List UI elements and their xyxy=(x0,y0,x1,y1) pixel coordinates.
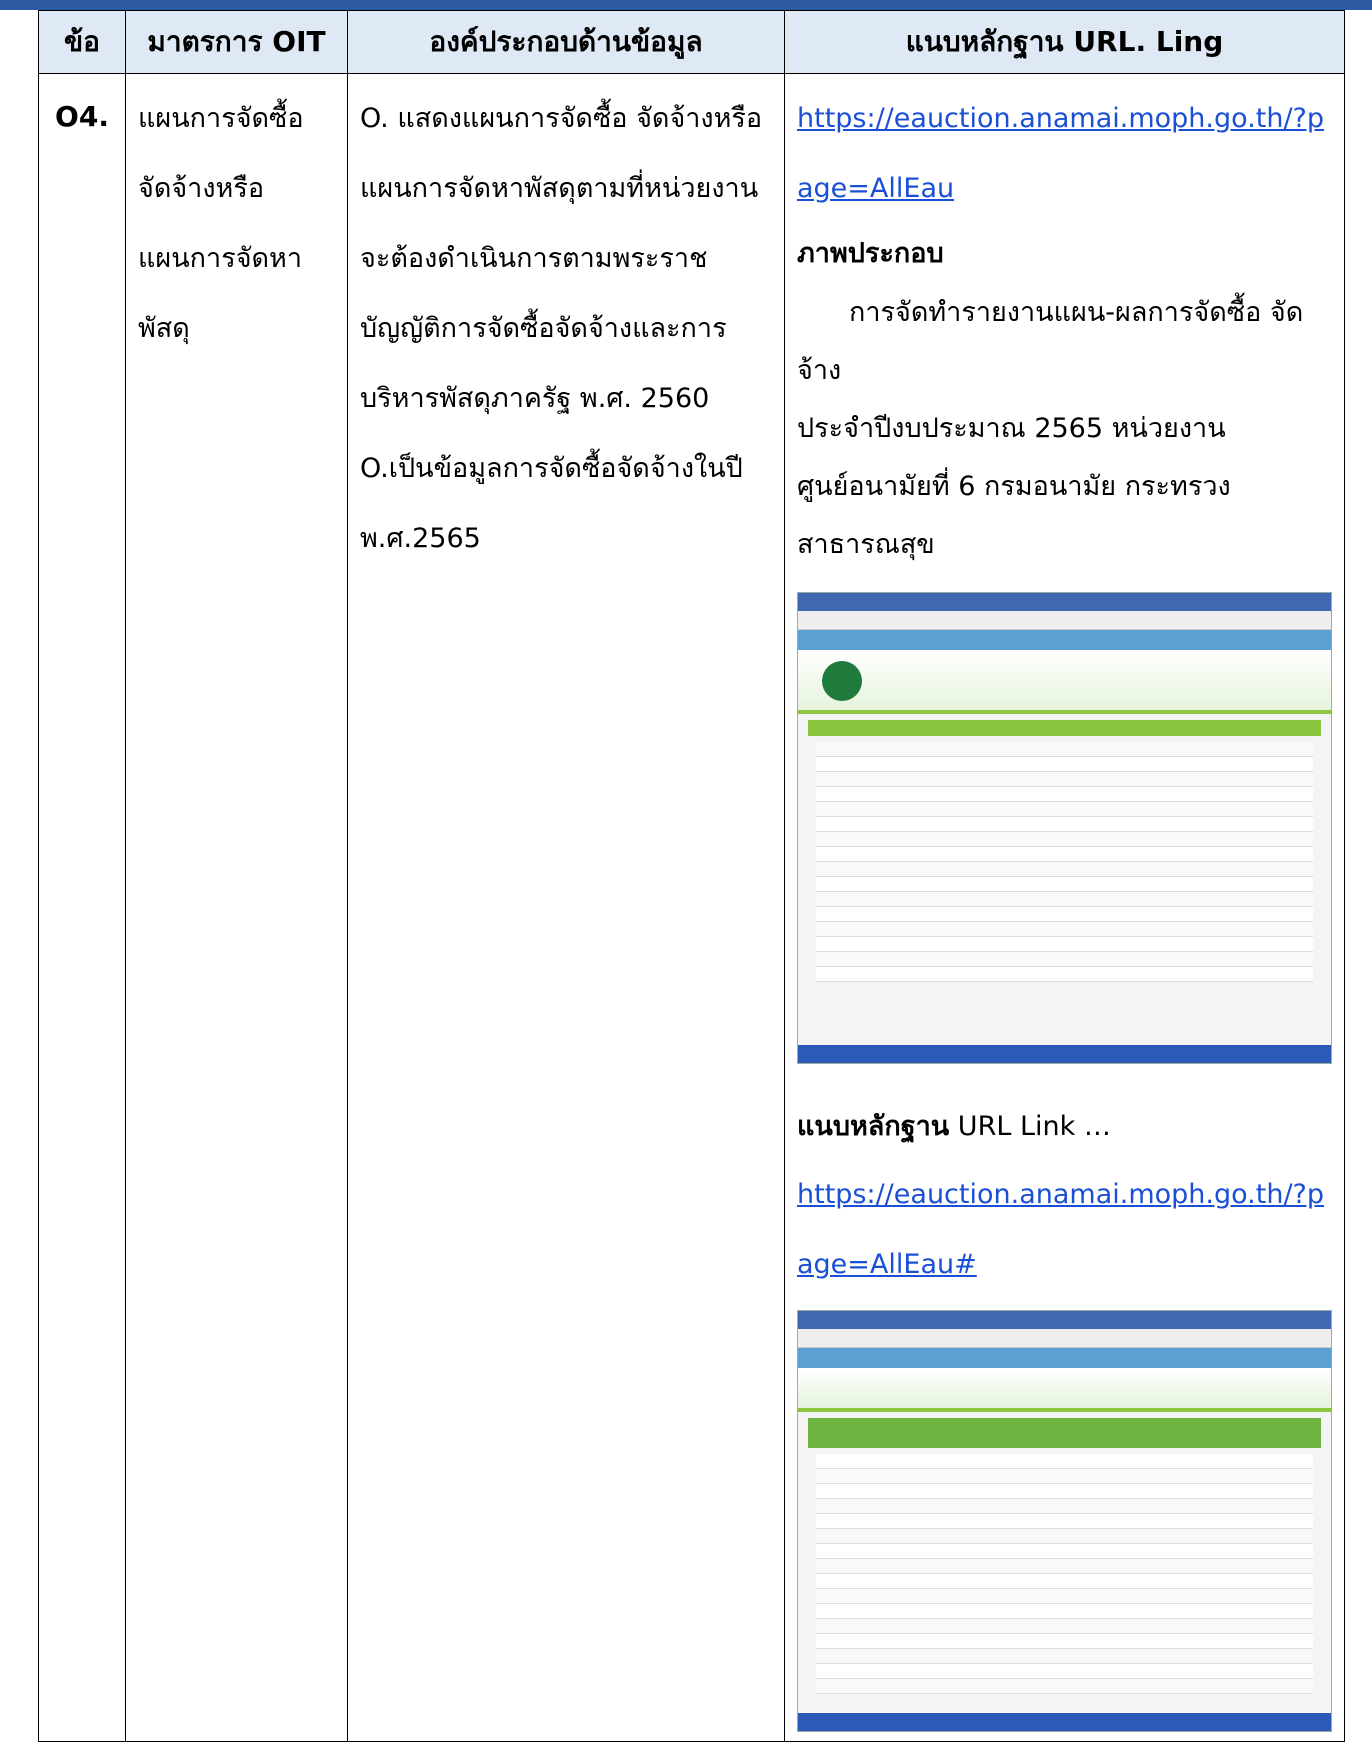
component-cell: O. แสดงแผนการจัดซื้อ จัดจ้างหรือแผนการจั… xyxy=(347,73,785,1742)
header-row: ข้อ มาตรการ OIT องค์ประกอบด้านข้อมูล แนบ… xyxy=(38,10,1345,74)
header-number: ข้อ xyxy=(38,10,126,74)
header-evidence: แนบหลักฐาน URL. Ling xyxy=(784,10,1345,74)
header-component: องค์ประกอบด้านข้อมูล xyxy=(347,10,785,74)
measure-cell: แผนการจัดซื้อจัดจ้างหรือแผนการจัดหาพัสดุ xyxy=(125,73,348,1742)
oit-table: ข้อ มาตรการ OIT องค์ประกอบด้านข้อมูล แนบ… xyxy=(38,10,1345,1742)
table-row: O4. แผนการจัดซื้อจัดจ้างหรือแผนการจัดหาพ… xyxy=(38,73,1345,1742)
header-measure: มาตรการ OIT xyxy=(125,10,348,74)
illustration-text-1: การจัดทำรายงานแผน-ผลการจัดซื้อ จัดจ้าง xyxy=(797,297,1304,386)
evidence-link-1[interactable]: https://eauction.anamai.moph.go.th/?page… xyxy=(797,103,1324,204)
screenshot-eauction-detail xyxy=(797,1310,1332,1732)
component-text-1: O. แสดงแผนการจัดซื้อ จัดจ้างหรือแผนการจั… xyxy=(360,103,763,414)
screenshot-eauction-list xyxy=(797,592,1332,1064)
component-text-2: O.เป็นข้อมูลการจัดซื้อจัดจ้างในปี พ.ศ.25… xyxy=(360,453,743,554)
top-border xyxy=(0,0,1372,10)
row-number-cell: O4. xyxy=(38,73,126,1742)
evidence-suffix: URL Link … xyxy=(949,1111,1111,1142)
evidence-label: แนบหลักฐาน xyxy=(797,1111,950,1142)
row-number: O4. xyxy=(55,100,109,133)
measure-text: แผนการจัดซื้อจัดจ้างหรือแผนการจัดหาพัสดุ xyxy=(138,103,304,344)
evidence-link-2[interactable]: https://eauction.anamai.moph.go.th/?page… xyxy=(797,1179,1324,1280)
illustration-label: ภาพประกอบ xyxy=(797,238,944,269)
illustration-text-2: ประจำปีงบประมาณ 2565 หน่วยงาน xyxy=(797,413,1226,444)
anamai-logo-icon xyxy=(822,661,862,701)
evidence-cell: https://eauction.anamai.moph.go.th/?page… xyxy=(784,73,1345,1742)
illustration-text-3: ศูนย์อนามัยที่ 6 กรมอนามัย กระทรวงสาธารณ… xyxy=(797,471,1231,560)
